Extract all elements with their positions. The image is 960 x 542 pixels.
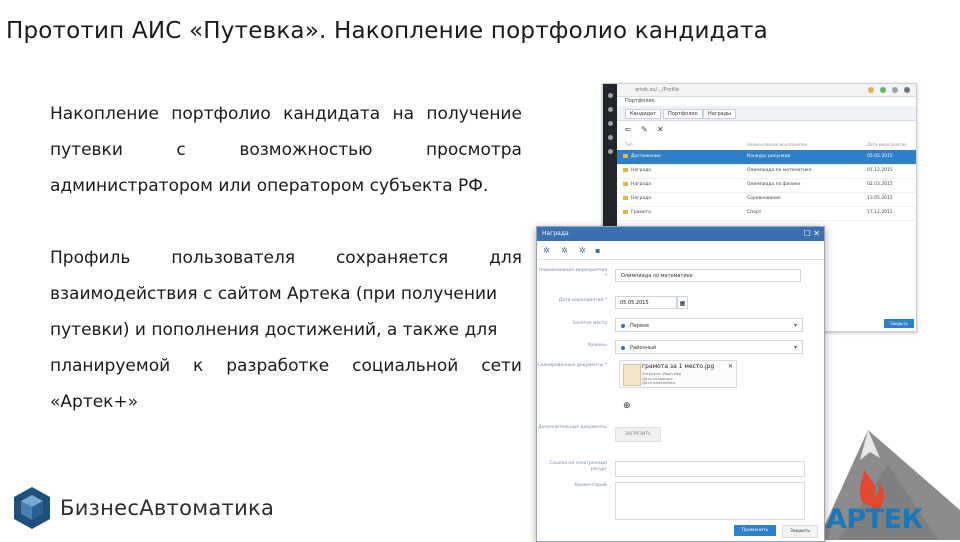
bizavtomatika-text: БизнесАвтоматика — [60, 496, 275, 520]
user-icon[interactable] — [892, 87, 898, 93]
window-controls: ☐ ✕ — [804, 227, 820, 241]
list-row[interactable]: Награда Олимпиада по физике 02.03.2015 — [617, 178, 916, 193]
close-button[interactable]: Закрыть — [782, 525, 818, 538]
list-row[interactable]: Достижение Конкурс рисунков 05.05.2015 — [617, 150, 916, 165]
paragraph1-line2: путевки с возможностью просмотра — [50, 140, 522, 160]
remove-file-icon[interactable]: ✕ — [728, 363, 733, 370]
menu-icon[interactable] — [904, 87, 910, 93]
rail-icon[interactable] — [607, 135, 613, 140]
comment-field[interactable] — [615, 482, 805, 520]
close-icon[interactable]: ✕ — [813, 229, 820, 238]
folder-icon — [623, 168, 628, 172]
paragraph1-line1: Накопление портфолио кандидата на получе… — [50, 104, 522, 124]
section-tabs: Кандидат Портфолио Награды — [617, 106, 916, 121]
folder-icon — [623, 210, 628, 214]
event-name-field[interactable]: Олимпиада по математике — [615, 269, 801, 282]
upload-button[interactable]: ЗАГРУЗИТЬ — [615, 427, 661, 442]
bizavtomatika-logo: БизнесАвтоматика — [12, 486, 274, 530]
slide-title: Прототип АИС «Путевка». Накопление портф… — [6, 18, 768, 44]
calendar-icon[interactable]: ▦ — [677, 296, 688, 309]
list-row[interactable]: Награда Олимпиада по математике 01.12.20… — [617, 164, 916, 179]
level-select[interactable]: Районный ▾ — [615, 340, 803, 354]
level-marker-icon — [621, 346, 625, 350]
rail-icon[interactable] — [607, 121, 613, 126]
paragraph2-line3: путевки) и пополнения достижений, а такж… — [50, 320, 498, 340]
rail-icon[interactable] — [607, 149, 613, 154]
delete-icon[interactable]: ✕ — [657, 125, 664, 134]
paragraph2-line1: Профиль пользователя сохраняется для — [50, 248, 522, 268]
file-meta: Загрузил: Иван Ива Дата создания: Дата и… — [642, 371, 682, 386]
other-docs-label: Дополнительные документы — [538, 425, 607, 430]
refresh-icon[interactable]: ✲ — [561, 246, 568, 255]
artek-wordmark: АРТЕК — [826, 504, 924, 535]
chevron-down-icon: ▾ — [793, 322, 797, 329]
body-text: Накопление портфолио кандидата на получе… — [50, 96, 522, 420]
maximize-icon[interactable]: ☐ — [804, 229, 811, 238]
notification-icon[interactable] — [868, 87, 874, 93]
file-name: грамота за 1 место.jpg — [642, 363, 715, 370]
rail-icon[interactable] — [607, 107, 613, 112]
hexagon-cube-icon — [14, 487, 50, 529]
paragraph1-line3: администратором или оператором субъекта … — [50, 176, 489, 196]
event-date-field[interactable]: 05.05.2015 — [615, 296, 677, 309]
history-icon[interactable]: ✲ — [579, 246, 586, 255]
level-label: Уровень — [587, 343, 607, 348]
event-name-label: Наименование мероприятия * — [539, 268, 607, 279]
place-marker-icon — [621, 324, 625, 328]
status-icon[interactable] — [880, 87, 886, 93]
folder-icon — [623, 182, 628, 186]
folder-icon — [623, 196, 628, 200]
chevron-down-icon: ▾ — [793, 344, 797, 351]
place-label: Занятое место — [572, 321, 607, 326]
scanned-docs-label: Сканированные документы * — [537, 363, 607, 368]
attached-file-card[interactable]: грамота за 1 место.jpg Загрузил: Иван Ив… — [619, 360, 737, 388]
edit-icon[interactable]: ✎ — [641, 125, 648, 134]
comment-label: Комментарий — [574, 483, 607, 488]
paragraph2-line5: «Артек+» — [50, 392, 139, 412]
tab-awards[interactable]: Награды — [703, 109, 737, 119]
award-modal: Награда ☐ ✕ ✲ ✲ ✲ ▪ Наименование меропри… — [536, 226, 825, 542]
link-label: Ссылка на электронный ресурс — [549, 461, 607, 472]
link-field[interactable] — [615, 461, 805, 477]
apply-button[interactable]: Применить — [734, 525, 776, 536]
list-toolbar: ⇐ ✎ ✕ — [617, 122, 916, 136]
folder-icon — [623, 154, 628, 158]
paragraph2-line4: планируемой к разработке социальной сети — [50, 356, 522, 376]
list-row[interactable]: Грамота Спорт 17.12.2015 — [617, 206, 916, 221]
modal-toolbar: ✲ ✲ ✲ ▪ — [537, 243, 824, 260]
close-list-button[interactable]: Закрыть — [884, 319, 914, 328]
paragraph2-line2: взаимодействия с сайтом Артека (при полу… — [50, 284, 498, 304]
tab-portfolio[interactable]: Портфолио — [663, 109, 703, 119]
event-date-label: Дата мероприятия * — [558, 298, 607, 303]
place-select[interactable]: Первое ▾ — [615, 318, 803, 332]
save-icon[interactable]: ▪ — [595, 246, 600, 255]
rail-icon[interactable] — [607, 93, 613, 98]
list-row[interactable]: Награда Соревнование 13.05.2015 — [617, 192, 916, 207]
settings-icon[interactable]: ✲ — [543, 246, 550, 255]
add-file-icon[interactable]: ⊕ — [623, 401, 631, 411]
tab-candidate[interactable]: Кандидат — [625, 109, 662, 119]
modal-title: Награда — [542, 230, 569, 237]
file-thumbnail — [623, 364, 641, 386]
modal-header: Награда ☐ ✕ — [537, 227, 824, 241]
back-icon[interactable]: ⇐ — [625, 125, 632, 134]
